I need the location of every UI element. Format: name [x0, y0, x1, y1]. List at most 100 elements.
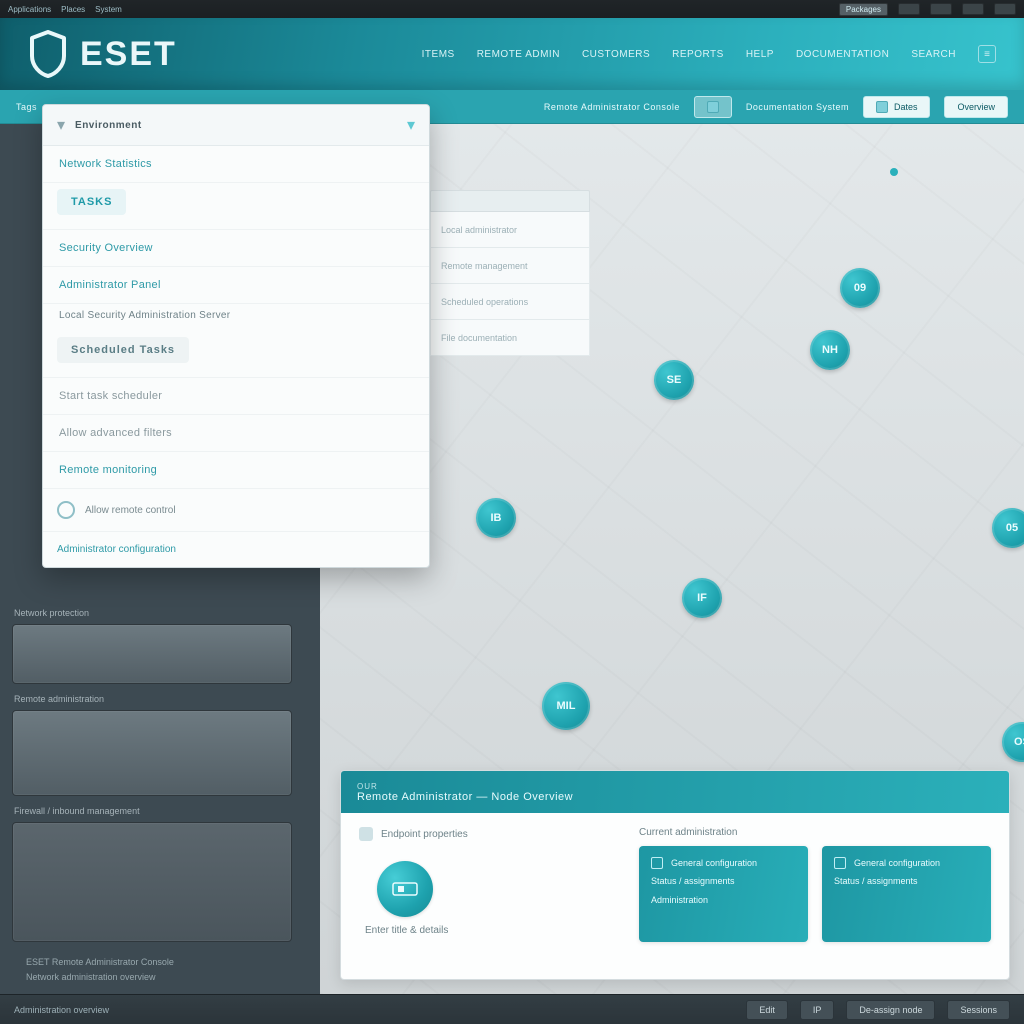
- card-row-text: Status / assignments: [651, 874, 735, 888]
- os-tray-chip[interactable]: [962, 3, 984, 15]
- footer-bar: Administration overview Edit IP De-assig…: [0, 994, 1024, 1024]
- dd-foot-row[interactable]: Allow remote control: [43, 489, 429, 531]
- map-mini-dot: [890, 168, 898, 176]
- info-panel: OUR Remote Administrator — Node Overview…: [340, 770, 1010, 980]
- chevron-down-icon: ▾: [57, 115, 65, 135]
- map-pin[interactable]: MIL: [542, 682, 590, 730]
- card-row-text: Administration: [651, 893, 708, 907]
- map-pin[interactable]: SE: [654, 360, 694, 400]
- pill-label: Dates: [894, 102, 918, 112]
- footer-button[interactable]: Edit: [746, 1000, 788, 1020]
- dd-foot-row[interactable]: Administrator configuration: [43, 531, 429, 567]
- rail-label: Network protection: [14, 608, 308, 618]
- os-menu-system[interactable]: System: [95, 5, 122, 14]
- radio-icon: [57, 501, 75, 519]
- os-menu-places[interactable]: Places: [61, 5, 85, 14]
- subhdr-chip-square[interactable]: [694, 96, 732, 118]
- list-item[interactable]: Local administrator: [430, 212, 590, 248]
- dd-chip[interactable]: TASKS: [57, 189, 126, 215]
- dd-chip[interactable]: Scheduled Tasks: [57, 337, 189, 363]
- square-icon: [707, 101, 719, 113]
- ip-right-col: Current administration General configura…: [639, 827, 991, 965]
- nav-help[interactable]: Help: [746, 49, 774, 60]
- mini-panel[interactable]: [12, 822, 292, 942]
- left-footnotes: ESET Remote Administrator Console Networ…: [26, 955, 174, 984]
- nav-reports[interactable]: Reports: [672, 49, 724, 60]
- device-icon: [392, 880, 418, 898]
- dd-chip-row: TASKS: [43, 183, 429, 230]
- subhdr-center-b[interactable]: Documentation System: [746, 102, 849, 112]
- dd-item-muted[interactable]: Allow advanced filters: [43, 415, 429, 452]
- brand-logo[interactable]: eset: [28, 30, 177, 78]
- card-row-text: General configuration: [854, 856, 940, 870]
- list-item[interactable]: Remote management: [430, 248, 590, 284]
- dropdown-panel: ▾ Environment ▾ Network Statistics TASKS…: [42, 104, 430, 568]
- ip-right-label: Current administration: [639, 827, 991, 838]
- ip-left-label: Endpoint properties: [359, 827, 619, 841]
- os-tray-chip[interactable]: [898, 3, 920, 15]
- footer-button[interactable]: Sessions: [947, 1000, 1010, 1020]
- ip-card[interactable]: General configuration Status / assignmen…: [639, 846, 808, 942]
- map-pin[interactable]: 09: [840, 268, 880, 308]
- rail-label: Remote administration: [14, 694, 308, 704]
- subhdr-pill-overview[interactable]: Overview: [944, 96, 1008, 118]
- nav-search[interactable]: Search: [911, 49, 956, 60]
- nav-items[interactable]: Items: [422, 49, 455, 60]
- rail-label: Firewall / inbound management: [14, 806, 308, 816]
- map-pin[interactable]: OS: [1002, 722, 1024, 762]
- os-tray-chip[interactable]: [994, 3, 1016, 15]
- os-menu-apps[interactable]: Applications: [8, 5, 51, 14]
- ip-card[interactable]: General configuration Status / assignmen…: [822, 846, 991, 942]
- nav-remoteadmin[interactable]: Remote Admin: [477, 49, 560, 60]
- list-item[interactable]: Scheduled operations: [430, 284, 590, 320]
- footer-button[interactable]: De-assign node: [846, 1000, 935, 1020]
- pill-label: Overview: [957, 102, 995, 112]
- ip-left-col: Endpoint properties Enter title & detail…: [359, 827, 619, 965]
- dd-item-link[interactable]: Network Statistics: [43, 146, 429, 183]
- os-taskbar: Applications Places System Packages: [0, 0, 1024, 18]
- footer-left-text: Administration overview: [14, 1005, 109, 1015]
- node-avatar[interactable]: [377, 861, 433, 917]
- footer-button[interactable]: IP: [800, 1000, 835, 1020]
- footnote-line: ESET Remote Administrator Console: [26, 955, 174, 969]
- dd-item-link[interactable]: Remote monitoring: [43, 452, 429, 489]
- mini-panel[interactable]: [12, 710, 292, 796]
- app-header: eset Items Remote Admin Customers Report…: [0, 18, 1024, 90]
- os-tray-chip[interactable]: [930, 3, 952, 15]
- subhdr-pill-dates[interactable]: Dates: [863, 96, 931, 118]
- mini-panel[interactable]: [12, 624, 292, 684]
- dd-item-sub: Local Security Administration Server: [43, 304, 429, 331]
- dd-foot-label: Administrator configuration: [57, 544, 176, 555]
- brand-text: eset: [80, 35, 177, 74]
- subhdr-center-a[interactable]: Remote Administrator Console: [544, 102, 680, 112]
- square-icon: [834, 857, 846, 869]
- card-row-text: General configuration: [671, 856, 757, 870]
- header-nav: Items Remote Admin Customers Reports Hel…: [422, 45, 996, 63]
- square-icon: [651, 857, 663, 869]
- dd-chip-row: Scheduled Tasks: [43, 331, 429, 378]
- map-pin[interactable]: IB: [476, 498, 516, 538]
- footnote-line: Network administration overview: [26, 970, 174, 984]
- dd-item-muted[interactable]: Start task scheduler: [43, 378, 429, 415]
- map-pin[interactable]: IF: [682, 578, 722, 618]
- ip-left-label-text: Endpoint properties: [381, 829, 468, 840]
- subhdr-left-label: Tags: [16, 102, 37, 112]
- nav-customers[interactable]: Customers: [582, 49, 650, 60]
- list-item[interactable]: File documentation: [430, 320, 590, 356]
- ip-head-small: OUR: [357, 782, 993, 791]
- nav-docs[interactable]: Documentation: [796, 49, 889, 60]
- ip-head-title: Remote Administrator — Node Overview: [357, 791, 993, 803]
- dd-item-link[interactable]: Security Overview: [43, 230, 429, 267]
- map-pin[interactable]: NH: [810, 330, 850, 370]
- chevron-down-icon: ▾: [407, 115, 415, 135]
- layers-icon[interactable]: ≡: [978, 45, 996, 63]
- calendar-icon: [876, 101, 888, 113]
- dd-item-link[interactable]: Administrator Panel: [43, 267, 429, 304]
- card-row-text: Status / assignments: [834, 874, 918, 888]
- os-tag-packages[interactable]: Packages: [839, 3, 888, 16]
- info-panel-header: OUR Remote Administrator — Node Overview: [341, 771, 1009, 813]
- map-pin[interactable]: 05: [992, 508, 1024, 548]
- shield-icon: [28, 30, 68, 78]
- dropdown-header[interactable]: ▾ Environment ▾: [43, 105, 429, 146]
- dropdown-title: Environment: [75, 120, 142, 131]
